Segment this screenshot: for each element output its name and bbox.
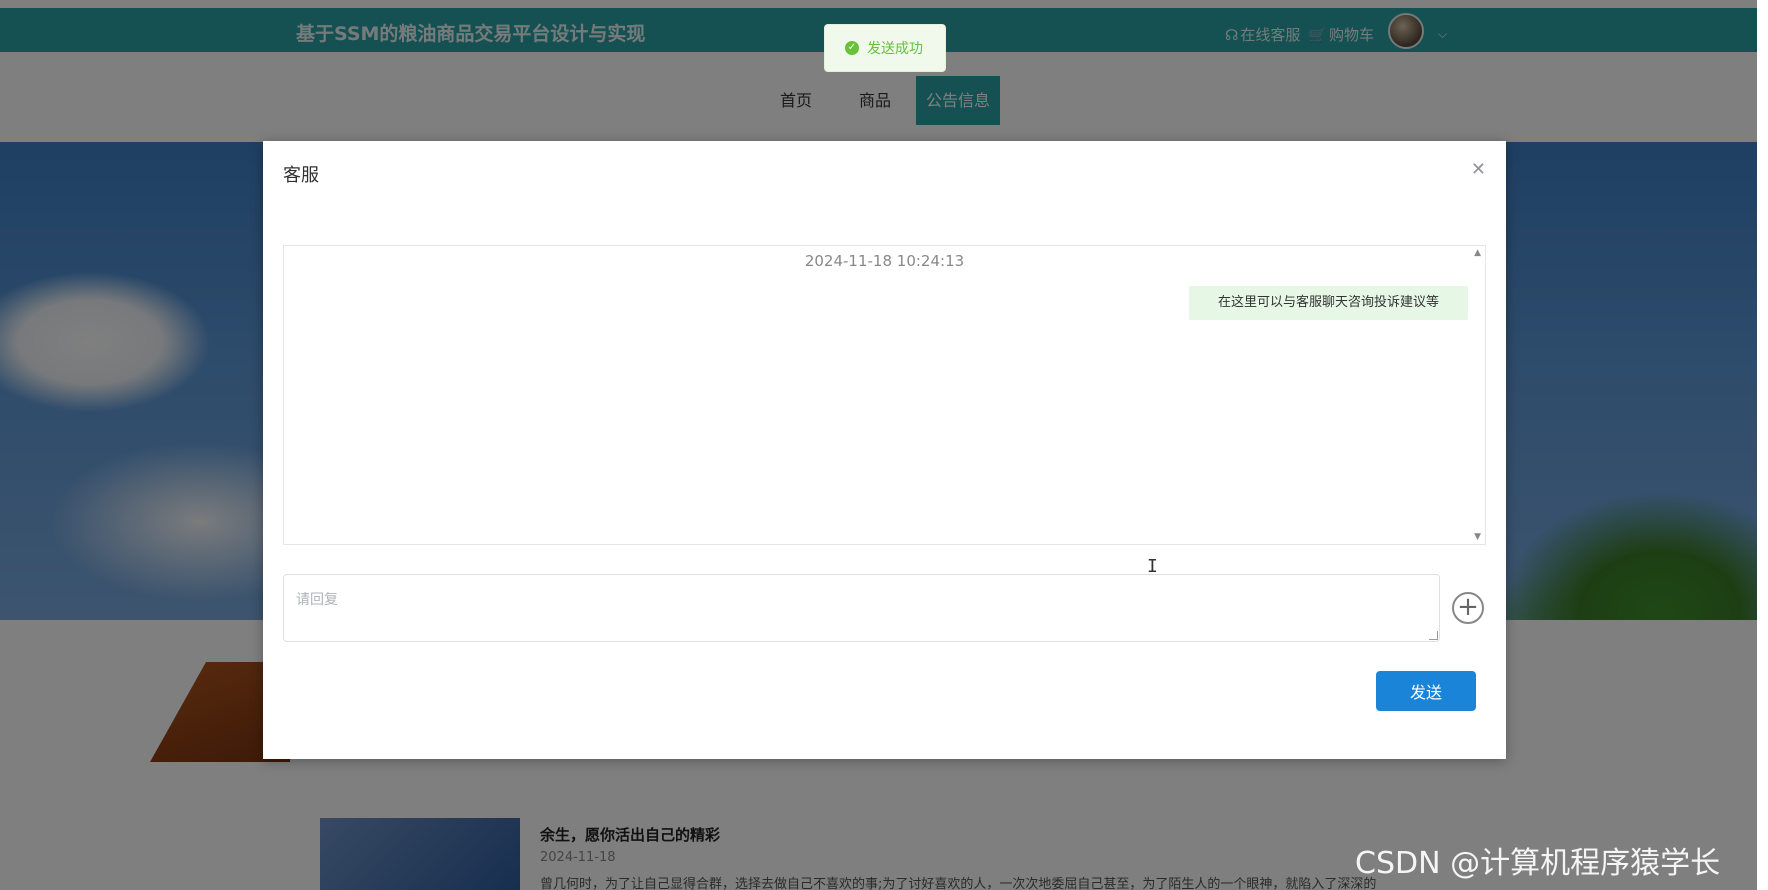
chat-history[interactable]: 2024-11-18 10:24:13 在这里可以与客服聊天咨询投诉建议等 ▲ … (283, 245, 1486, 545)
success-toast: ✓ 发送成功 (824, 24, 946, 72)
text-cursor-icon: I (1147, 556, 1158, 577)
customer-service-dialog: 客服 ✕ 2024-11-18 10:24:13 在这里可以与客服聊天咨询投诉建… (263, 141, 1506, 759)
dialog-title: 客服 (283, 165, 319, 186)
chat-timestamp: 2024-11-18 10:24:13 (804, 252, 965, 270)
scroll-up-arrow-icon[interactable]: ▲ (1474, 248, 1481, 258)
reply-input[interactable] (283, 574, 1440, 642)
scroll-down-arrow-icon[interactable]: ▼ (1474, 532, 1481, 542)
toast-message: 发送成功 (867, 41, 923, 57)
close-icon[interactable]: ✕ (1471, 159, 1486, 180)
page-edge (1757, 0, 1768, 890)
check-circle-icon: ✓ (845, 41, 859, 55)
send-button[interactable]: 发送 (1376, 671, 1476, 711)
chat-message-bubble: 在这里可以与客服聊天咨询投诉建议等 (1189, 286, 1468, 320)
add-attachment-button[interactable]: + (1452, 592, 1484, 624)
resize-handle-icon[interactable] (1429, 631, 1438, 640)
watermark: CSDN @计算机程序猿学长 (1355, 846, 1721, 881)
